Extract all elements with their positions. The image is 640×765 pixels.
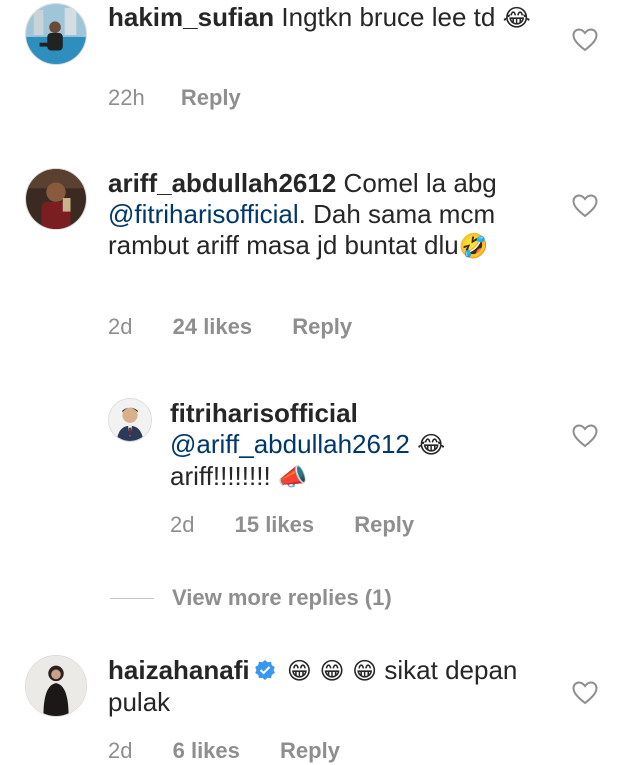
likes-count[interactable]: 15 likes: [235, 512, 315, 538]
timestamp: 2d: [108, 738, 133, 763]
username[interactable]: ariff_abdullah2612: [108, 168, 336, 198]
comment-text: ariff_abdullah2612 Comel la abg @fitriha…: [108, 168, 497, 260]
heart-outline-icon[interactable]: [572, 194, 598, 218]
heart-outline-icon[interactable]: [572, 681, 598, 705]
reply-button[interactable]: Reply: [181, 85, 241, 111]
timestamp: 2d: [108, 314, 133, 339]
comment-text: haizahanafi 😁 😁 😁 sikat depan pulak: [108, 655, 518, 717]
tears-of-joy-emoji: 😂: [502, 4, 531, 32]
username[interactable]: fitriharisofficial: [170, 398, 358, 428]
tears-of-joy-emoji: 😂: [417, 431, 446, 459]
reply-button[interactable]: Reply: [280, 738, 340, 764]
comment-text: fitriharisofficial @ariff_abdullah2612 😂…: [170, 398, 446, 491]
comment-meta: 2d 15 likes Reply: [170, 512, 414, 538]
likes-count[interactable]: 6 likes: [173, 738, 240, 764]
likes-count[interactable]: 24 likes: [173, 314, 253, 340]
view-more-replies[interactable]: View more replies (1): [110, 584, 392, 612]
heart-outline-icon[interactable]: [572, 424, 598, 448]
username[interactable]: haizahanafi: [108, 655, 250, 685]
rofl-emoji: 🤣: [458, 232, 489, 260]
megaphone-emoji: 📣: [277, 463, 308, 491]
avatar[interactable]: [108, 398, 152, 442]
reply-button[interactable]: Reply: [292, 314, 352, 340]
timestamp: 22h: [108, 85, 145, 110]
view-more-label[interactable]: View more replies (1): [172, 585, 392, 611]
comment-meta: 22h Reply: [108, 85, 241, 111]
heart-outline-icon[interactable]: [572, 28, 598, 52]
avatar[interactable]: [25, 3, 87, 65]
mention-link[interactable]: @ariff_abdullah2612: [170, 429, 410, 459]
timestamp: 2d: [170, 512, 195, 537]
grinning-emoji: 😁 😁 😁: [286, 657, 378, 685]
mention-link[interactable]: @fitriharisofficial: [108, 199, 299, 229]
comment-meta: 2d 24 likes Reply: [108, 314, 352, 340]
comment-text: hakim_sufian Ingtkn bruce lee td 😂: [108, 2, 531, 32]
username[interactable]: hakim_sufian: [108, 2, 274, 32]
reply-button[interactable]: Reply: [354, 512, 414, 538]
avatar[interactable]: [25, 168, 87, 230]
verified-badge-icon: [254, 660, 275, 680]
avatar[interactable]: [25, 655, 87, 717]
divider-line: [110, 597, 154, 599]
comment-meta: 2d 6 likes Reply: [108, 738, 340, 764]
